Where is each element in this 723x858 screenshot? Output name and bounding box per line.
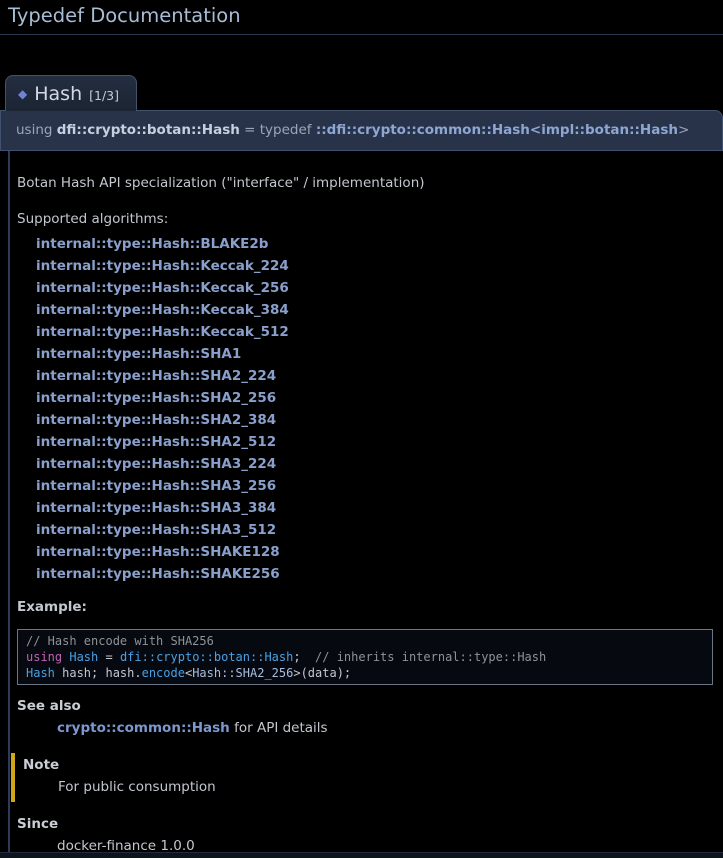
code-token-keyword: using: [26, 650, 69, 664]
algorithm-link[interactable]: internal::type::Hash::SHA2_256: [36, 387, 713, 409]
permalink-anchor-icon[interactable]: ◆: [18, 87, 27, 101]
proto-typedef-name: dfi::crypto::botan::Hash: [57, 122, 240, 138]
code-line: Hash hash; hash.encode<Hash::SHA2_256>(d…: [26, 665, 704, 681]
code-token-type: Hash::SHA2_256: [192, 666, 293, 680]
note-text: For public consumption: [58, 779, 713, 796]
doc-intro-text: Botan Hash API specialization ("interfac…: [17, 151, 713, 192]
typedef-member-hash: ◆Hash[1/3] using dfi::crypto::botan::Has…: [0, 74, 723, 852]
algorithm-link[interactable]: internal::type::Hash::Keccak_384: [36, 299, 713, 321]
member-documentation: Botan Hash API specialization ("interfac…: [8, 151, 723, 852]
see-also-label: See also: [17, 698, 713, 715]
algorithm-link[interactable]: internal::type::Hash::SHA2_512: [36, 431, 713, 453]
code-link[interactable]: Hash: [26, 666, 55, 680]
algorithm-list: internal::type::Hash::BLAKE2binternal::t…: [17, 233, 713, 585]
member-name: Hash: [34, 83, 82, 105]
see-also-text: for API details: [230, 720, 328, 736]
code-token-comment: // Hash encode with SHA256: [26, 634, 214, 648]
code-link[interactable]: Hash: [69, 650, 98, 664]
code-example: // Hash encode with SHA256using Hash = d…: [17, 629, 713, 685]
since-label: Since: [17, 816, 713, 833]
supported-algorithms-label: Supported algorithms:: [17, 211, 713, 228]
since-section: Since docker-finance 1.0.0: [17, 816, 713, 855]
code-token-plain: ;: [293, 650, 315, 664]
bottom-edge-divider: [0, 852, 723, 858]
algorithm-link[interactable]: internal::type::Hash::SHA3_224: [36, 453, 713, 475]
page-title: Typedef Documentation: [0, 0, 723, 35]
algorithm-link[interactable]: internal::type::Hash::BLAKE2b: [36, 233, 713, 255]
algorithm-link[interactable]: internal::type::Hash::Keccak_256: [36, 277, 713, 299]
code-token-plain: >(data);: [293, 666, 351, 680]
code-line: // Hash encode with SHA256: [26, 633, 704, 649]
code-token-plain: =: [98, 650, 120, 664]
algorithm-link[interactable]: internal::type::Hash::SHA2_384: [36, 409, 713, 431]
code-line: using Hash = dfi::crypto::botan::Hash; /…: [26, 649, 704, 665]
see-also-link[interactable]: crypto::common::Hash: [57, 720, 230, 736]
algorithm-link[interactable]: internal::type::Hash::SHA2_224: [36, 365, 713, 387]
algorithm-link[interactable]: internal::type::Hash::SHA1: [36, 343, 713, 365]
code-link[interactable]: encode: [142, 666, 185, 680]
algorithm-link[interactable]: internal::type::Hash::Keccak_224: [36, 255, 713, 277]
note-label: Note: [23, 757, 713, 774]
proto-suffix: >: [678, 122, 689, 138]
algorithm-link[interactable]: internal::type::Hash::SHA3_384: [36, 497, 713, 519]
member-tab-hash: ◆ Hash [1/3]: [5, 75, 137, 111]
code-token-plain: hash; hash.: [55, 666, 142, 680]
algorithm-link[interactable]: internal::type::Hash::SHA3_512: [36, 519, 713, 541]
algorithm-link[interactable]: internal::type::Hash::Keccak_512: [36, 321, 713, 343]
algorithm-link[interactable]: internal::type::Hash::SHAKE128: [36, 541, 713, 563]
proto-keyword: using: [16, 122, 57, 138]
member-overload-index: [1/3]: [89, 88, 119, 103]
algorithm-link[interactable]: internal::type::Hash::SHA3_256: [36, 475, 713, 497]
code-token-comment: // inherits internal::type::Hash: [315, 650, 546, 664]
code-link[interactable]: dfi::crypto::botan::Hash: [120, 650, 293, 664]
algorithm-link[interactable]: internal::type::Hash::SHAKE256: [36, 563, 713, 585]
see-also-section: See also crypto::common::Hash for API de…: [17, 698, 713, 737]
member-prototype: using dfi::crypto::botan::Hash = typedef…: [0, 110, 723, 151]
example-label: Example:: [17, 599, 713, 616]
proto-connector: = typedef: [240, 122, 316, 138]
note-section: Note For public consumption: [11, 753, 713, 802]
proto-target-link[interactable]: ::dfi::crypto::common::Hash<impl::botan:…: [316, 122, 678, 138]
